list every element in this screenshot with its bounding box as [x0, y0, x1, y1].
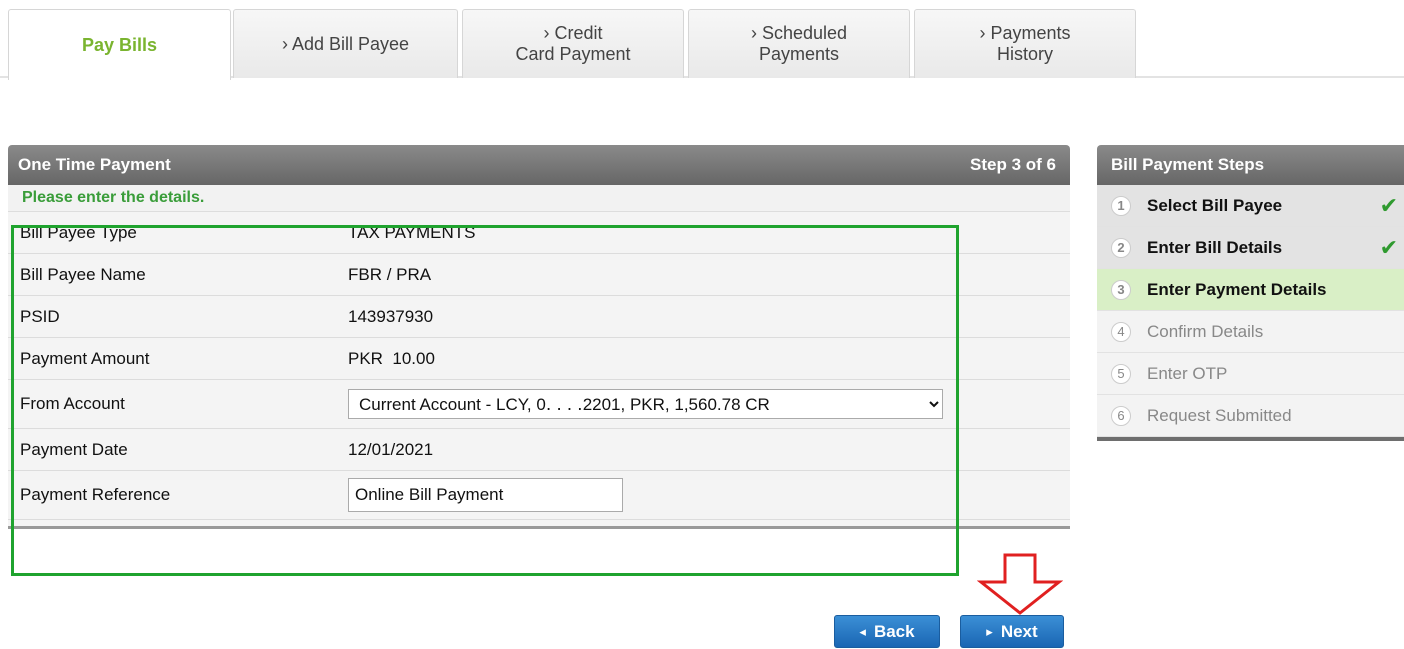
check-icon: ✔	[1379, 234, 1398, 260]
field-value: 143937930	[348, 306, 434, 326]
from-account-select[interactable]: Current Account - LCY, 0․ ․ ․ ․2201, PKR…	[348, 389, 943, 419]
field-label: Bill Payee Type	[20, 222, 137, 242]
tab-bar: Pay Bills › Add Bill Payee › Credit Card…	[0, 0, 1404, 80]
step-label: Select Bill Payee	[1147, 195, 1283, 215]
field-value: PKR 10.00	[348, 348, 435, 368]
row-bill-payee-name: Bill Payee Name FBR / PRA	[8, 254, 1070, 296]
steps-bottom-border	[1097, 437, 1404, 441]
field-label: Payment Reference	[20, 485, 171, 504]
bill-payment-steps-panel: Bill Payment Steps 1 Select Bill Payee ✔…	[1097, 145, 1404, 441]
step-item-request-submitted: 6 Request Submitted	[1097, 395, 1404, 437]
tab-label: › Credit Card Payment	[515, 23, 631, 64]
row-payment-reference: Payment Reference	[8, 471, 1070, 520]
step-item-confirm-details: 4 Confirm Details	[1097, 311, 1404, 353]
step-number: 5	[1111, 363, 1131, 384]
panel-bottom-border	[8, 520, 1070, 529]
row-payment-date: Payment Date 12/01/2021	[8, 429, 1070, 471]
step-label: Enter Payment Details	[1147, 279, 1327, 299]
row-psid: PSID 143937930	[8, 296, 1070, 338]
chevron-left-icon: ◂	[859, 623, 866, 639]
tab-label: › Add Bill Payee	[281, 33, 410, 54]
step-item-enter-otp: 5 Enter OTP	[1097, 353, 1404, 395]
step-label: Request Submitted	[1147, 405, 1292, 425]
step-number: 1	[1111, 195, 1131, 216]
step-item-enter-payment-details: 3 Enter Payment Details	[1097, 269, 1404, 311]
tab-add-bill-payee[interactable]: › Add Bill Payee	[233, 9, 458, 78]
row-from-account: From Account Current Account - LCY, 0․ ․…	[8, 380, 1070, 429]
instruction-text: Please enter the details.	[8, 185, 1070, 212]
step-number: 4	[1111, 321, 1131, 342]
field-label: Payment Amount	[20, 348, 150, 368]
tab-payments-history[interactable]: › Payments History	[914, 9, 1136, 78]
tab-credit-card-payment[interactable]: › Credit Card Payment	[462, 9, 684, 78]
tab-label: › Scheduled Payments	[750, 23, 848, 64]
panel-title: One Time Payment	[18, 155, 171, 174]
field-value: FBR / PRA	[348, 264, 432, 284]
back-button-label: Back	[873, 621, 915, 641]
step-number: 6	[1111, 405, 1131, 426]
tab-scheduled-payments[interactable]: › Scheduled Payments	[688, 9, 910, 78]
step-label: Enter OTP	[1147, 363, 1228, 383]
chevron-right-icon: ▸	[986, 623, 993, 639]
one-time-payment-panel: One Time Payment Step 3 of 6 Please ente…	[8, 145, 1070, 529]
step-label: Enter Bill Details	[1147, 237, 1283, 257]
tab-label: Pay Bills	[81, 34, 158, 55]
field-label: From Account	[20, 394, 125, 413]
field-value: 12/01/2021	[348, 439, 434, 459]
step-number: 3	[1111, 279, 1131, 300]
next-button-label: Next	[1000, 621, 1038, 641]
steps-title: Bill Payment Steps	[1097, 145, 1404, 185]
field-label: Bill Payee Name	[20, 264, 146, 284]
step-label: Confirm Details	[1147, 321, 1264, 341]
field-label: PSID	[20, 306, 60, 326]
step-item-enter-bill-details: 2 Enter Bill Details ✔	[1097, 227, 1404, 269]
tab-label: › Payments History	[979, 23, 1071, 64]
panel-header: One Time Payment Step 3 of 6	[8, 145, 1070, 185]
field-value: TAX PAYMENTS	[348, 222, 476, 242]
row-payment-amount: Payment Amount PKR 10.00	[8, 338, 1070, 380]
step-item-select-bill-payee: 1 Select Bill Payee ✔	[1097, 185, 1404, 227]
down-arrow-icon	[977, 553, 1063, 615]
next-button[interactable]: ▸ Next	[960, 615, 1064, 648]
step-indicator: Step 3 of 6	[970, 155, 1056, 174]
step-number: 2	[1111, 237, 1131, 258]
row-bill-payee-type: Bill Payee Type TAX PAYMENTS	[8, 212, 1070, 254]
tab-pay-bills[interactable]: Pay Bills	[8, 9, 231, 80]
check-icon: ✔	[1379, 192, 1398, 218]
field-label: Payment Date	[20, 439, 128, 459]
payment-reference-input[interactable]	[348, 478, 623, 512]
back-button[interactable]: ◂ Back	[834, 615, 940, 648]
